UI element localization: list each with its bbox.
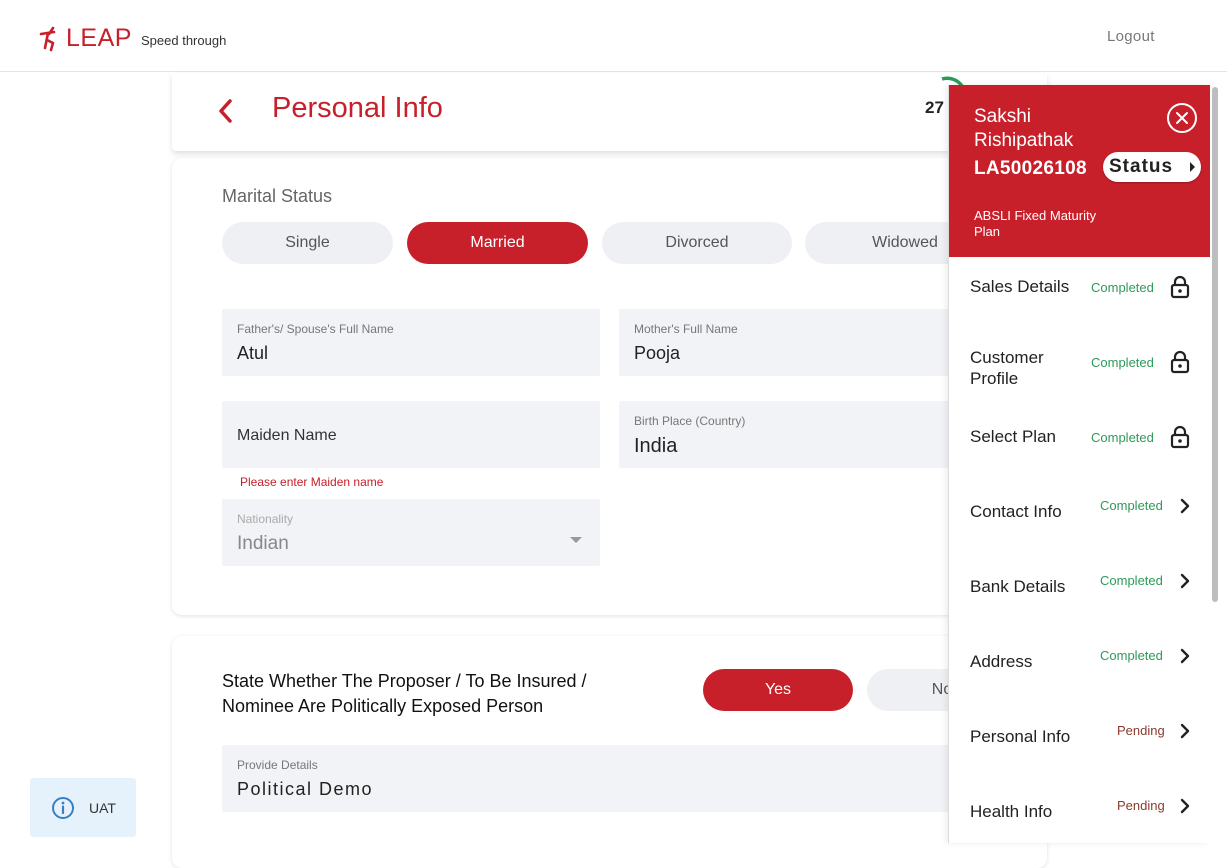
close-icon [1176, 112, 1188, 124]
step-item-health-info[interactable]: Health Info Pending [949, 790, 1210, 843]
back-arrow-icon[interactable] [214, 97, 238, 125]
pep-yes-button[interactable]: Yes [703, 669, 853, 711]
step-name: Health Info [970, 802, 1053, 821]
marital-status-label: Marital Status [222, 186, 333, 206]
step-name: Sales Details [970, 277, 1070, 296]
application-number: LA50026108 [974, 158, 1087, 179]
step-item-bank-details[interactable]: Bank Details Completed [949, 565, 1210, 625]
step-name: Select Plan [970, 427, 1056, 446]
father-spouse-name-label: Father's/ Spouse's Full Name [237, 322, 394, 336]
step-name: Address [970, 652, 1033, 671]
lock-icon [1170, 275, 1190, 304]
maiden-name-error: Please enter Maiden name [240, 475, 384, 489]
runner-logo-icon [39, 26, 56, 51]
chevron-right-icon [1179, 648, 1191, 669]
environment-badge: UAT [30, 778, 136, 837]
scrollbar-thumb[interactable] [1212, 87, 1218, 602]
step-status-badge: Completed [1100, 648, 1163, 663]
marital-option-divorced[interactable]: Divorced [602, 222, 792, 264]
step-status-badge: Completed [1091, 280, 1154, 295]
birth-place-label: Birth Place (Country) [634, 414, 746, 428]
top-header: LEAP Speed through Logout [0, 0, 1227, 72]
page-title-card: Personal Info 27 [172, 73, 1047, 151]
birth-place-field[interactable]: Birth Place (Country) India [619, 401, 949, 468]
customer-name: Sakshi Rishipathak [974, 106, 1074, 151]
step-name: Bank Details [970, 577, 1066, 596]
step-item-address[interactable]: Address Completed [949, 640, 1210, 700]
marital-option-single[interactable]: Single [222, 222, 393, 264]
chevron-down-icon [570, 537, 582, 543]
pep-details-label: Provide Details [237, 758, 318, 772]
step-status-badge: Pending [1117, 723, 1165, 738]
father-spouse-name-value: Atul [237, 343, 269, 363]
progress-value: 27 [925, 98, 944, 117]
personal-details-card: Marital Status Single Married Divorced W… [172, 158, 1047, 615]
lock-icon [1170, 425, 1190, 454]
mother-name-field[interactable]: Mother's Full Name Pooja [619, 309, 949, 376]
step-item-personal-info[interactable]: Personal Info Pending [949, 715, 1210, 775]
step-item-customer-profile[interactable]: Customer Profile Completed [949, 340, 1210, 400]
step-name: Personal Info [970, 727, 1071, 746]
birth-place-value: India [634, 435, 678, 457]
chevron-right-icon [1179, 498, 1191, 519]
page-title: Personal Info [272, 92, 443, 124]
pep-card: State Whether The Proposer / To Be Insur… [172, 636, 1047, 868]
step-status-badge: Pending [1117, 798, 1165, 813]
status-button-label: Status [1109, 156, 1174, 177]
leap-logo[interactable]: LEAP [38, 24, 132, 53]
step-status-badge: Completed [1091, 355, 1154, 370]
logout-link[interactable]: Logout [1107, 28, 1155, 45]
application-status-panel: Sakshi Rishipathak LA50026108 ABSLI Fixe… [948, 85, 1210, 843]
logo-text: LEAP [66, 24, 132, 52]
step-name: Contact Info [970, 502, 1062, 521]
chevron-right-icon [1179, 798, 1191, 819]
mother-name-label: Mother's Full Name [634, 322, 738, 336]
maiden-name-field[interactable]: Maiden Name [222, 401, 600, 468]
status-button[interactable]: Status [1103, 152, 1201, 182]
chevron-right-icon [1179, 723, 1191, 744]
father-spouse-name-field[interactable]: Father's/ Spouse's Full Name Atul [222, 309, 600, 376]
step-status-badge: Completed [1100, 573, 1163, 588]
tagline: Speed through [141, 33, 227, 48]
chevron-right-icon [1179, 573, 1191, 594]
step-item-sales-details[interactable]: Sales Details Completed [949, 265, 1210, 325]
nationality-value: Indian [237, 533, 289, 554]
nationality-select: Nationality Indian [222, 499, 600, 566]
side-panel-header: Sakshi Rishipathak LA50026108 ABSLI Fixe… [949, 85, 1210, 257]
mother-name-value: Pooja [634, 343, 681, 363]
pep-details-value: Political Demo [237, 779, 374, 799]
pep-details-field[interactable]: Provide Details Political Demo [222, 745, 982, 812]
step-item-select-plan[interactable]: Select Plan Completed [949, 415, 1210, 475]
close-panel-button[interactable] [1167, 103, 1197, 133]
nationality-label: Nationality [237, 512, 294, 526]
lock-icon [1170, 350, 1190, 379]
caret-right-icon [1190, 162, 1195, 172]
plan-name: ABSLI Fixed Maturity Plan [974, 208, 1097, 239]
info-icon [52, 796, 74, 819]
step-name: Customer Profile [970, 348, 1044, 388]
step-status-badge: Completed [1091, 430, 1154, 445]
step-status-badge: Completed [1100, 498, 1163, 513]
maiden-name-placeholder: Maiden Name [237, 427, 337, 444]
environment-label: UAT [89, 799, 116, 816]
pep-question: State Whether The Proposer / To Be Insur… [222, 671, 587, 716]
step-item-contact-info[interactable]: Contact Info Completed [949, 490, 1210, 550]
marital-option-married[interactable]: Married [407, 222, 588, 264]
